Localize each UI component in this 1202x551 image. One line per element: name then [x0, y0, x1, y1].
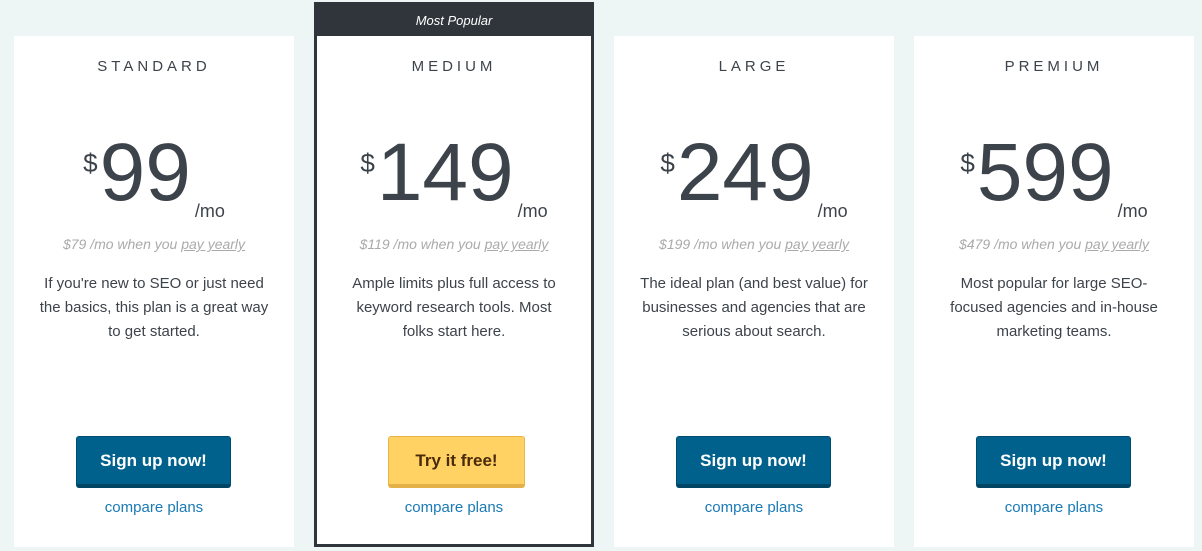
yearly-price: $119 /mo when you pay yearly	[317, 236, 591, 252]
plan-price: $ 99 /mo	[14, 127, 294, 222]
currency-symbol: $	[960, 148, 975, 178]
plan-description: Ample limits plus full access to keyword…	[352, 275, 556, 340]
currency-symbol: $	[360, 148, 375, 178]
yearly-price-text: $199 /mo when you	[659, 236, 782, 252]
price-amount: 149	[376, 127, 514, 218]
currency-symbol: $	[83, 148, 98, 178]
pay-yearly-link[interactable]: pay yearly	[485, 236, 549, 252]
yearly-price-text: $79 /mo when you	[62, 236, 178, 252]
sign-up-button[interactable]: Sign up now!	[76, 436, 231, 488]
plan-description: If you're new to SEO or just need the ba…	[39, 275, 269, 340]
pay-yearly-link[interactable]: pay yearly	[1085, 236, 1149, 252]
plan-card-large: LARGE $ 249 /mo $199 /mo when you pay ye…	[614, 36, 894, 547]
most-popular-badge: Most Popular	[317, 5, 591, 36]
price-period: /mo	[1117, 201, 1148, 221]
price-period: /mo	[817, 201, 848, 221]
price-amount: 99	[99, 127, 191, 218]
try-free-button[interactable]: Try it free!	[388, 436, 525, 488]
price-amount: 249	[676, 127, 814, 218]
plan-card-medium: Most Popular MEDIUM $ 149 /mo $119 /mo w…	[314, 2, 594, 547]
plan-name: MEDIUM	[411, 58, 497, 75]
yearly-price-text: $479 /mo when you	[959, 236, 1082, 252]
sign-up-button[interactable]: Sign up now!	[976, 436, 1131, 488]
pay-yearly-link[interactable]: pay yearly	[181, 236, 245, 252]
plan-description: Most popular for large SEO-focused agenc…	[950, 275, 1158, 340]
plan-card-premium: PREMIUM $ 599 /mo $479 /mo when you pay …	[914, 36, 1194, 547]
plan-price: $ 599 /mo	[914, 127, 1194, 222]
plan-price: $ 249 /mo	[614, 127, 894, 222]
compare-plans-link[interactable]: compare plans	[14, 499, 294, 516]
pay-yearly-link[interactable]: pay yearly	[785, 236, 849, 252]
sign-up-button[interactable]: Sign up now!	[676, 436, 831, 488]
yearly-price-text: $119 /mo when you	[359, 236, 481, 252]
plan-card-standard: STANDARD $ 99 /mo $79 /mo when you pay y…	[14, 36, 294, 547]
price-amount: 599	[976, 127, 1114, 218]
compare-plans-link[interactable]: compare plans	[317, 499, 591, 516]
price-period: /mo	[517, 201, 548, 221]
plan-name: LARGE	[718, 58, 790, 75]
yearly-price: $479 /mo when you pay yearly	[914, 236, 1194, 252]
yearly-price: $199 /mo when you pay yearly	[614, 236, 894, 252]
plan-price: $ 149 /mo	[317, 127, 591, 222]
price-period: /mo	[194, 201, 225, 221]
plan-name: STANDARD	[97, 58, 211, 75]
plan-description: The ideal plan (and best value) for busi…	[640, 275, 868, 340]
compare-plans-link[interactable]: compare plans	[614, 499, 894, 516]
yearly-price: $79 /mo when you pay yearly	[14, 236, 294, 252]
compare-plans-link[interactable]: compare plans	[914, 499, 1194, 516]
plan-name: PREMIUM	[1004, 58, 1104, 75]
currency-symbol: $	[660, 148, 675, 178]
